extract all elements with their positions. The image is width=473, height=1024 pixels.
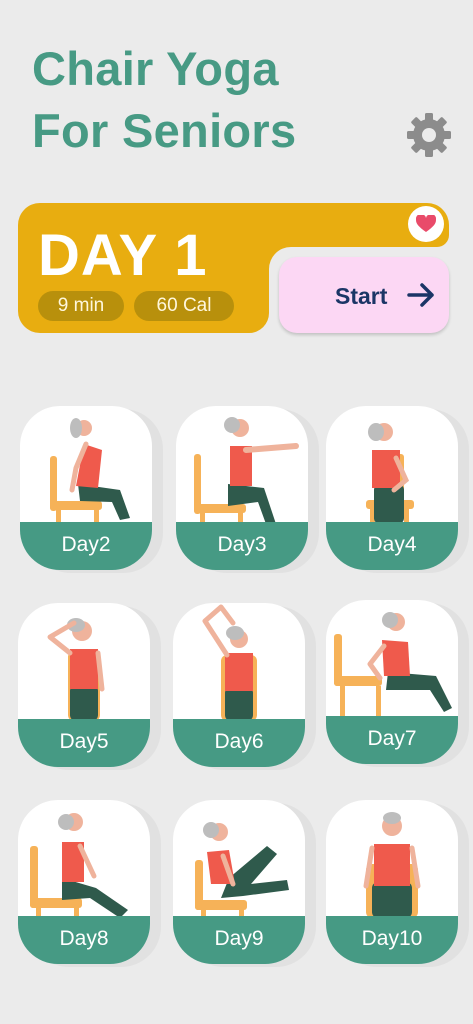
day-label: Day8 — [18, 916, 150, 964]
title-line-2: For Seniors — [32, 104, 297, 157]
day-label: Day10 — [326, 916, 458, 964]
favorite-button[interactable] — [408, 206, 444, 242]
seated-neck-stretch-illustration — [47, 618, 105, 721]
day-label: Day2 — [20, 522, 152, 570]
today-day-title: DAY 1 — [38, 223, 208, 288]
seated-knee-raise-illustration — [195, 822, 289, 918]
day-tile-10[interactable]: Day10 — [326, 800, 458, 964]
day-tile-4[interactable]: Day4 — [326, 406, 458, 570]
title-line-1: Chair Yoga — [32, 42, 279, 95]
seated-side-twist-illustration — [366, 423, 414, 524]
page-title: Chair Yoga For Seniors — [32, 38, 296, 162]
start-button-label: Start — [335, 283, 388, 309]
duration-badge: 9 min — [38, 291, 124, 321]
seated-back-arch-illustration — [50, 418, 130, 524]
start-button[interactable]: Start — [279, 257, 449, 333]
arrow-right-icon — [407, 283, 434, 307]
day-label: Day4 — [326, 522, 458, 570]
seated-arm-extension-illustration — [194, 417, 299, 524]
day-label: Day6 — [173, 719, 305, 767]
day-label: Day5 — [18, 719, 150, 767]
today-workout-card[interactable]: DAY 1 9 min 60 Cal Start — [18, 203, 449, 333]
seated-leg-extension-illustration — [30, 813, 128, 918]
calories-badge: 60 Cal — [134, 291, 234, 321]
seated-overhead-reach-illustration — [202, 604, 257, 721]
day-tile-7[interactable]: Day7 — [326, 600, 458, 764]
day-label: Day9 — [173, 916, 305, 964]
seated-front-facing-illustration — [363, 812, 421, 918]
chair-dip-illustration — [334, 612, 452, 716]
gear-icon[interactable] — [405, 111, 453, 159]
day-label: Day3 — [176, 522, 308, 570]
day-tile-9[interactable]: Day9 — [173, 800, 305, 964]
app-screen: Chair Yoga For Seniors DAY 1 9 min 60 Ca… — [0, 0, 473, 1024]
day-label: Day7 — [326, 716, 458, 764]
day-tile-6[interactable]: Day6 — [173, 603, 305, 767]
day-tile-2[interactable]: Day2 — [20, 406, 152, 570]
day-tile-5[interactable]: Day5 — [18, 603, 150, 767]
day-tile-3[interactable]: Day3 — [176, 406, 308, 570]
heart-icon — [416, 215, 436, 232]
day-tile-8[interactable]: Day8 — [18, 800, 150, 964]
